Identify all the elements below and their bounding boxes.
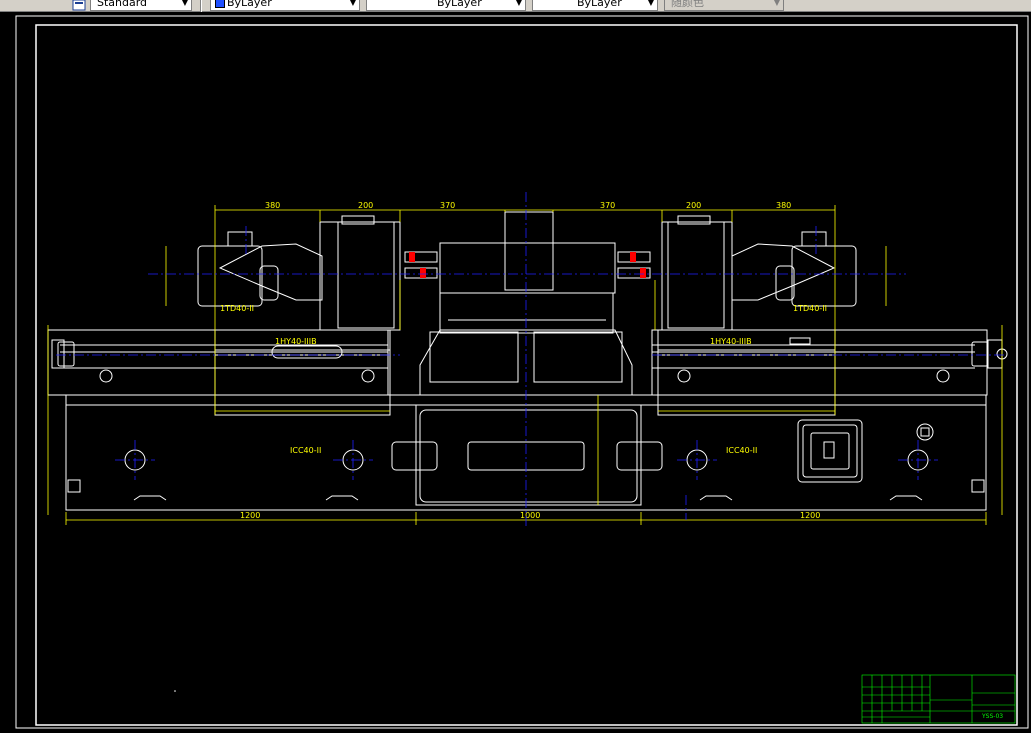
chevron-down-icon: ▼ bbox=[773, 0, 780, 7]
drawing-canvas[interactable]: 380 200 370 370 200 380 1200 1000 1200 1… bbox=[0, 12, 1031, 733]
lineweight-dropdown[interactable]: ByLayer ▼ bbox=[532, 0, 658, 11]
svg-text:380: 380 bbox=[265, 201, 280, 210]
text-style-dropdown[interactable]: Standard ▼ bbox=[90, 0, 192, 11]
right-head-label: 1TD40-II bbox=[793, 304, 827, 313]
end-fixtures bbox=[51, 339, 1008, 369]
stray-point bbox=[174, 690, 176, 692]
chevron-down-icon: ▼ bbox=[647, 0, 654, 7]
dimension-lines bbox=[47, 205, 1003, 525]
svg-text:1200: 1200 bbox=[800, 511, 820, 520]
base-holes bbox=[124, 423, 934, 471]
text-style-icon[interactable] bbox=[72, 0, 86, 11]
linetype-value: ByLayer bbox=[437, 0, 482, 9]
svg-text:1000: 1000 bbox=[520, 511, 540, 520]
center-lines bbox=[56, 192, 1006, 528]
lineweight-value: ByLayer bbox=[577, 0, 622, 9]
right-slide-label: 1HY40-IIIB bbox=[710, 337, 752, 346]
chevron-down-icon: ▼ bbox=[181, 0, 188, 7]
chevron-down-icon: ▼ bbox=[349, 0, 356, 7]
left-slide-label: 1HY40-IIIB bbox=[275, 337, 317, 346]
toolbar-separator bbox=[200, 0, 202, 12]
drawing-number: YSS-03 bbox=[981, 713, 1003, 720]
machine-assembly: 380 200 370 370 200 380 1200 1000 1200 1… bbox=[47, 192, 1008, 528]
title-block: YSS-03 bbox=[861, 674, 1016, 724]
svg-text:380: 380 bbox=[776, 201, 791, 210]
color-dropdown[interactable]: ByLayer ▼ bbox=[210, 0, 360, 11]
linetype-dropdown[interactable]: ByLayer ▼ bbox=[366, 0, 526, 11]
right-base-label: ICC40-II bbox=[726, 446, 757, 455]
svg-text:200: 200 bbox=[686, 201, 701, 210]
plot-style-dropdown[interactable]: 随颜色 ▼ bbox=[664, 0, 784, 11]
svg-text:1200: 1200 bbox=[240, 511, 260, 520]
dimension-text: 380 200 370 370 200 380 1200 1000 1200 bbox=[240, 201, 820, 520]
color-value: ByLayer bbox=[227, 0, 272, 9]
plot-style-value: 随颜色 bbox=[671, 0, 704, 9]
svg-text:370: 370 bbox=[440, 201, 455, 210]
left-head-label: 1TD40-II bbox=[220, 304, 254, 313]
svg-text:200: 200 bbox=[358, 201, 373, 210]
sheet-border bbox=[15, 15, 1029, 729]
svg-text:370: 370 bbox=[600, 201, 615, 210]
text-style-value: Standard bbox=[97, 0, 148, 9]
color-swatch bbox=[215, 0, 225, 8]
left-power-head bbox=[197, 215, 401, 416]
right-power-head bbox=[657, 215, 857, 416]
drawing-frame bbox=[35, 24, 1018, 726]
left-base-label: ICC40-II bbox=[290, 446, 321, 455]
chevron-down-icon: ▼ bbox=[515, 0, 522, 7]
cad-drawing: 380 200 370 370 200 380 1200 1000 1200 1… bbox=[15, 15, 1029, 729]
properties-toolbar: Standard ▼ ByLayer ▼ ByLayer ▼ ByLayer ▼… bbox=[0, 0, 1031, 12]
